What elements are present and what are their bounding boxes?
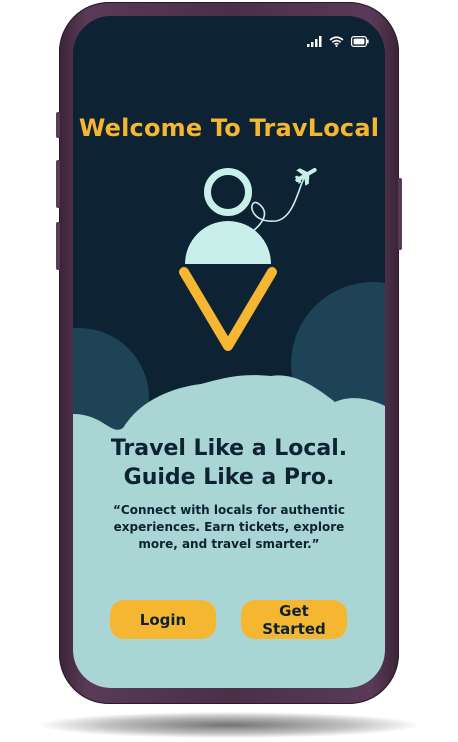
login-button[interactable]: Login [110,600,216,639]
phone-side-button-right [398,178,402,250]
tagline-line-2: experiences. Earn tickets, explore [113,520,345,534]
cloud-background [73,282,385,688]
phone-side-button-left-1 [56,112,60,138]
phone-shadow [40,712,418,738]
phone-side-button-left-2 [56,160,60,208]
phone-screen: Welcome To TravLocal Travel Like a Local… [73,16,385,688]
tagline-line-1: “Connect with locals for authentic [113,503,345,517]
headline-line-2: Guide Like a Pro. [123,465,335,490]
hero-headline: Travel Like a Local. Guide Like a Pro. [73,434,385,492]
hero-tagline: “Connect with locals for authentic exper… [113,502,345,553]
tagline-line-3: more, and travel smarter.” [138,537,320,551]
get-started-button[interactable]: Get Started [241,600,347,639]
phone-side-button-left-3 [56,222,60,270]
headline-line-1: Travel Like a Local. [110,436,348,461]
